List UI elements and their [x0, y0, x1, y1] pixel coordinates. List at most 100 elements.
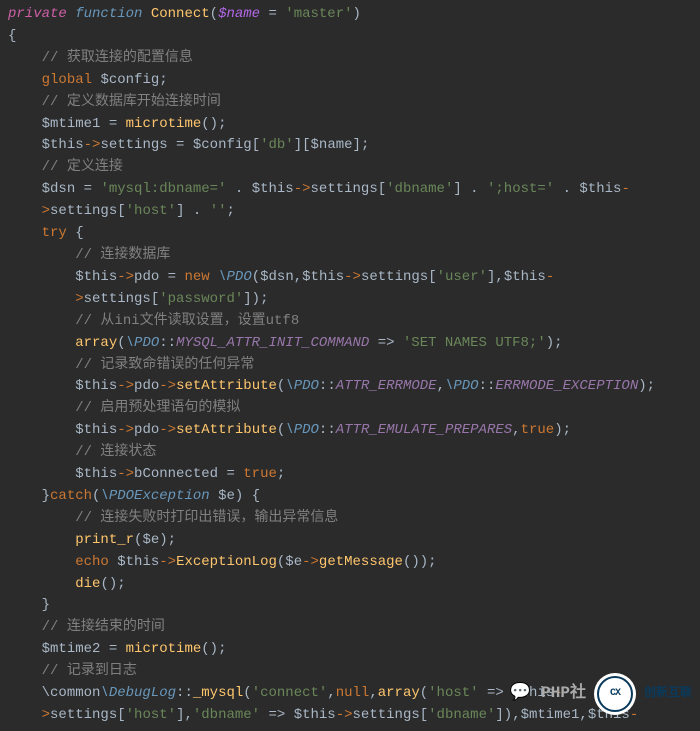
prop: settings [361, 269, 428, 285]
string-dbname: 'dbname' [428, 707, 495, 723]
keyword-private: private [8, 6, 67, 22]
var: $this [294, 707, 336, 723]
fn-array: array [75, 335, 117, 351]
keyword-new: new [184, 269, 209, 285]
string-password: 'password' [159, 291, 243, 307]
keyword-true: true [521, 422, 555, 438]
paren: ( [210, 6, 218, 22]
comment: // 连接状态 [75, 444, 156, 460]
fn-exceptionlog: ExceptionLog [176, 554, 277, 570]
var: $this [75, 269, 117, 285]
fn-microtime: microtime [126, 116, 202, 132]
var: $this [579, 181, 621, 197]
keyword-echo: echo [75, 554, 109, 570]
ns-common: \common [42, 685, 101, 701]
arrow: -> [159, 554, 176, 570]
string-empty: '' [210, 203, 227, 219]
string-host-field: 'host' [126, 203, 176, 219]
prop: settings [311, 181, 378, 197]
arrow: -> [117, 466, 134, 482]
string-connect: 'connect' [252, 685, 328, 701]
arrow: -> [344, 269, 361, 285]
class-pdo: \PDO [285, 378, 319, 394]
class-pdo: \PDO [126, 335, 160, 351]
paren: ) [353, 6, 361, 22]
keyword-try: try [42, 225, 67, 241]
var: $name [311, 137, 353, 153]
string-db: 'db' [260, 137, 294, 153]
company-logo: CX [594, 673, 636, 715]
prop: settings [100, 137, 167, 153]
logo-inner: CX [597, 676, 633, 712]
var: $this [42, 137, 84, 153]
comment: // 连接结束的时间 [42, 619, 165, 635]
var: $dsn [260, 269, 294, 285]
fn-getmessage: getMessage [319, 554, 403, 570]
fn-array: array [378, 685, 420, 701]
const-errmode-exception: ERRMODE_EXCEPTION [495, 378, 638, 394]
code-block: private function Connect( $name = 'master… [0, 0, 700, 731]
fn-die: die [75, 576, 100, 592]
equal: = [260, 6, 285, 22]
dash: - [546, 269, 554, 285]
string-host-key: 'host' [428, 685, 478, 701]
arrow: -> [302, 554, 319, 570]
fn-mysql: _mysql [193, 685, 243, 701]
php-text-badge: PHP社 [541, 683, 586, 705]
string-dbname: 'dbname' [386, 181, 453, 197]
var: $e [218, 488, 235, 504]
company-text: 创新互联 [644, 683, 692, 705]
arrow: -> [117, 378, 134, 394]
var: $dsn [42, 181, 76, 197]
comment: // 定义连接 [42, 159, 123, 175]
arrow: -> [117, 422, 134, 438]
var: $this [302, 269, 344, 285]
comment: // 记录致命错误的任何异常 [75, 357, 254, 373]
const-attr-errmode: ATTR_ERRMODE [336, 378, 437, 394]
prop: pdo [134, 422, 159, 438]
string-dbname-key: 'dbname' [193, 707, 260, 723]
class-pdo: \PDO [285, 422, 319, 438]
prop: pdo [134, 378, 159, 394]
var: $this [75, 466, 117, 482]
const-mysql-attr: MYSQL_ATTR_INIT_COMMAND [176, 335, 369, 351]
comment: // 定义数据库开始连接时间 [42, 94, 221, 110]
keyword-null: null [336, 685, 370, 701]
keyword-true: true [243, 466, 277, 482]
var: $config [100, 72, 159, 88]
fn-setattribute: setAttribute [176, 422, 277, 438]
var: $this [117, 554, 159, 570]
brace-open: { [8, 28, 16, 44]
string-master: 'master' [285, 6, 352, 22]
var: $this [75, 422, 117, 438]
comment: // 从ini文件读取设置，设置utf8 [75, 313, 299, 329]
string-host-field: 'host' [126, 707, 176, 723]
var: $mtime1 [42, 116, 101, 132]
prop: settings [50, 707, 117, 723]
comment: // 启用预处理语句的模拟 [75, 400, 240, 416]
prop: settings [353, 707, 420, 723]
fn-print-r: print_r [75, 532, 134, 548]
string-host: ';host=' [487, 181, 554, 197]
fn-setattribute: setAttribute [176, 378, 277, 394]
function-name: Connect [151, 6, 210, 22]
var: $this [252, 181, 294, 197]
var: $this [504, 269, 546, 285]
comment: // 连接数据库 [75, 247, 170, 263]
keyword-function: function [75, 6, 142, 22]
arrow: -> [159, 378, 176, 394]
arrow: -> [159, 422, 176, 438]
arrow: -> [117, 269, 134, 285]
arrow: -> [336, 707, 353, 723]
comment: // 连接失败时打印出错误，输出异常信息 [75, 510, 338, 526]
keyword-catch: catch [50, 488, 92, 504]
prop: settings [84, 291, 151, 307]
string-user: 'user' [437, 269, 487, 285]
var: $this [75, 378, 117, 394]
dash: - [621, 181, 629, 197]
fn-microtime: microtime [126, 641, 202, 657]
var: $e [142, 532, 159, 548]
arrow: -> [84, 137, 101, 153]
wechat-icon: 💬 [507, 681, 533, 707]
const-attr-emulate: ATTR_EMULATE_PREPARES [336, 422, 512, 438]
